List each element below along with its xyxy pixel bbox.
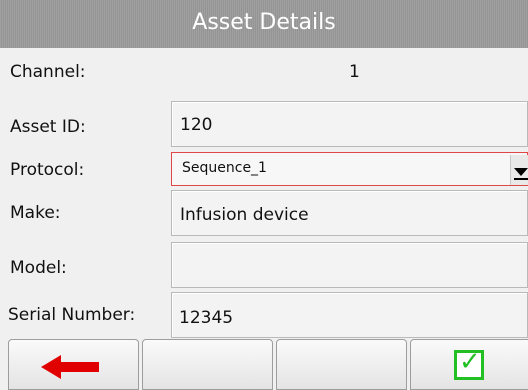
serial-number-value: 12345: [179, 308, 234, 328]
protocol-select[interactable]: Sequence_1: [171, 152, 528, 186]
asset-id-value: 120: [180, 115, 213, 135]
protocol-value: Sequence_1: [182, 160, 267, 176]
make-field[interactable]: Infusion device: [171, 190, 528, 236]
serial-number-field[interactable]: 12345: [171, 292, 528, 338]
protocol-label: Protocol:: [10, 160, 85, 180]
arrow-left-icon: [41, 355, 99, 379]
confirm-button[interactable]: ✓: [410, 339, 528, 390]
model-field[interactable]: [171, 242, 528, 288]
blank-button-2[interactable]: [142, 339, 273, 390]
channel-value: 1: [349, 62, 360, 82]
make-value: Infusion device: [180, 205, 309, 225]
blank-button-3[interactable]: [276, 339, 407, 390]
check-icon: ✓: [454, 347, 484, 380]
asset-id-label: Asset ID:: [10, 117, 86, 137]
chevron-down-icon[interactable]: [510, 155, 528, 185]
bottom-button-bar: ✓: [0, 339, 528, 390]
serial-number-label: Serial Number:: [8, 305, 136, 325]
back-button[interactable]: [8, 339, 139, 390]
asset-id-field[interactable]: 120: [171, 101, 528, 147]
model-label: Model:: [10, 258, 67, 278]
page-title: Asset Details: [0, 0, 528, 48]
channel-label: Channel:: [10, 62, 86, 82]
make-label: Make:: [10, 203, 61, 223]
